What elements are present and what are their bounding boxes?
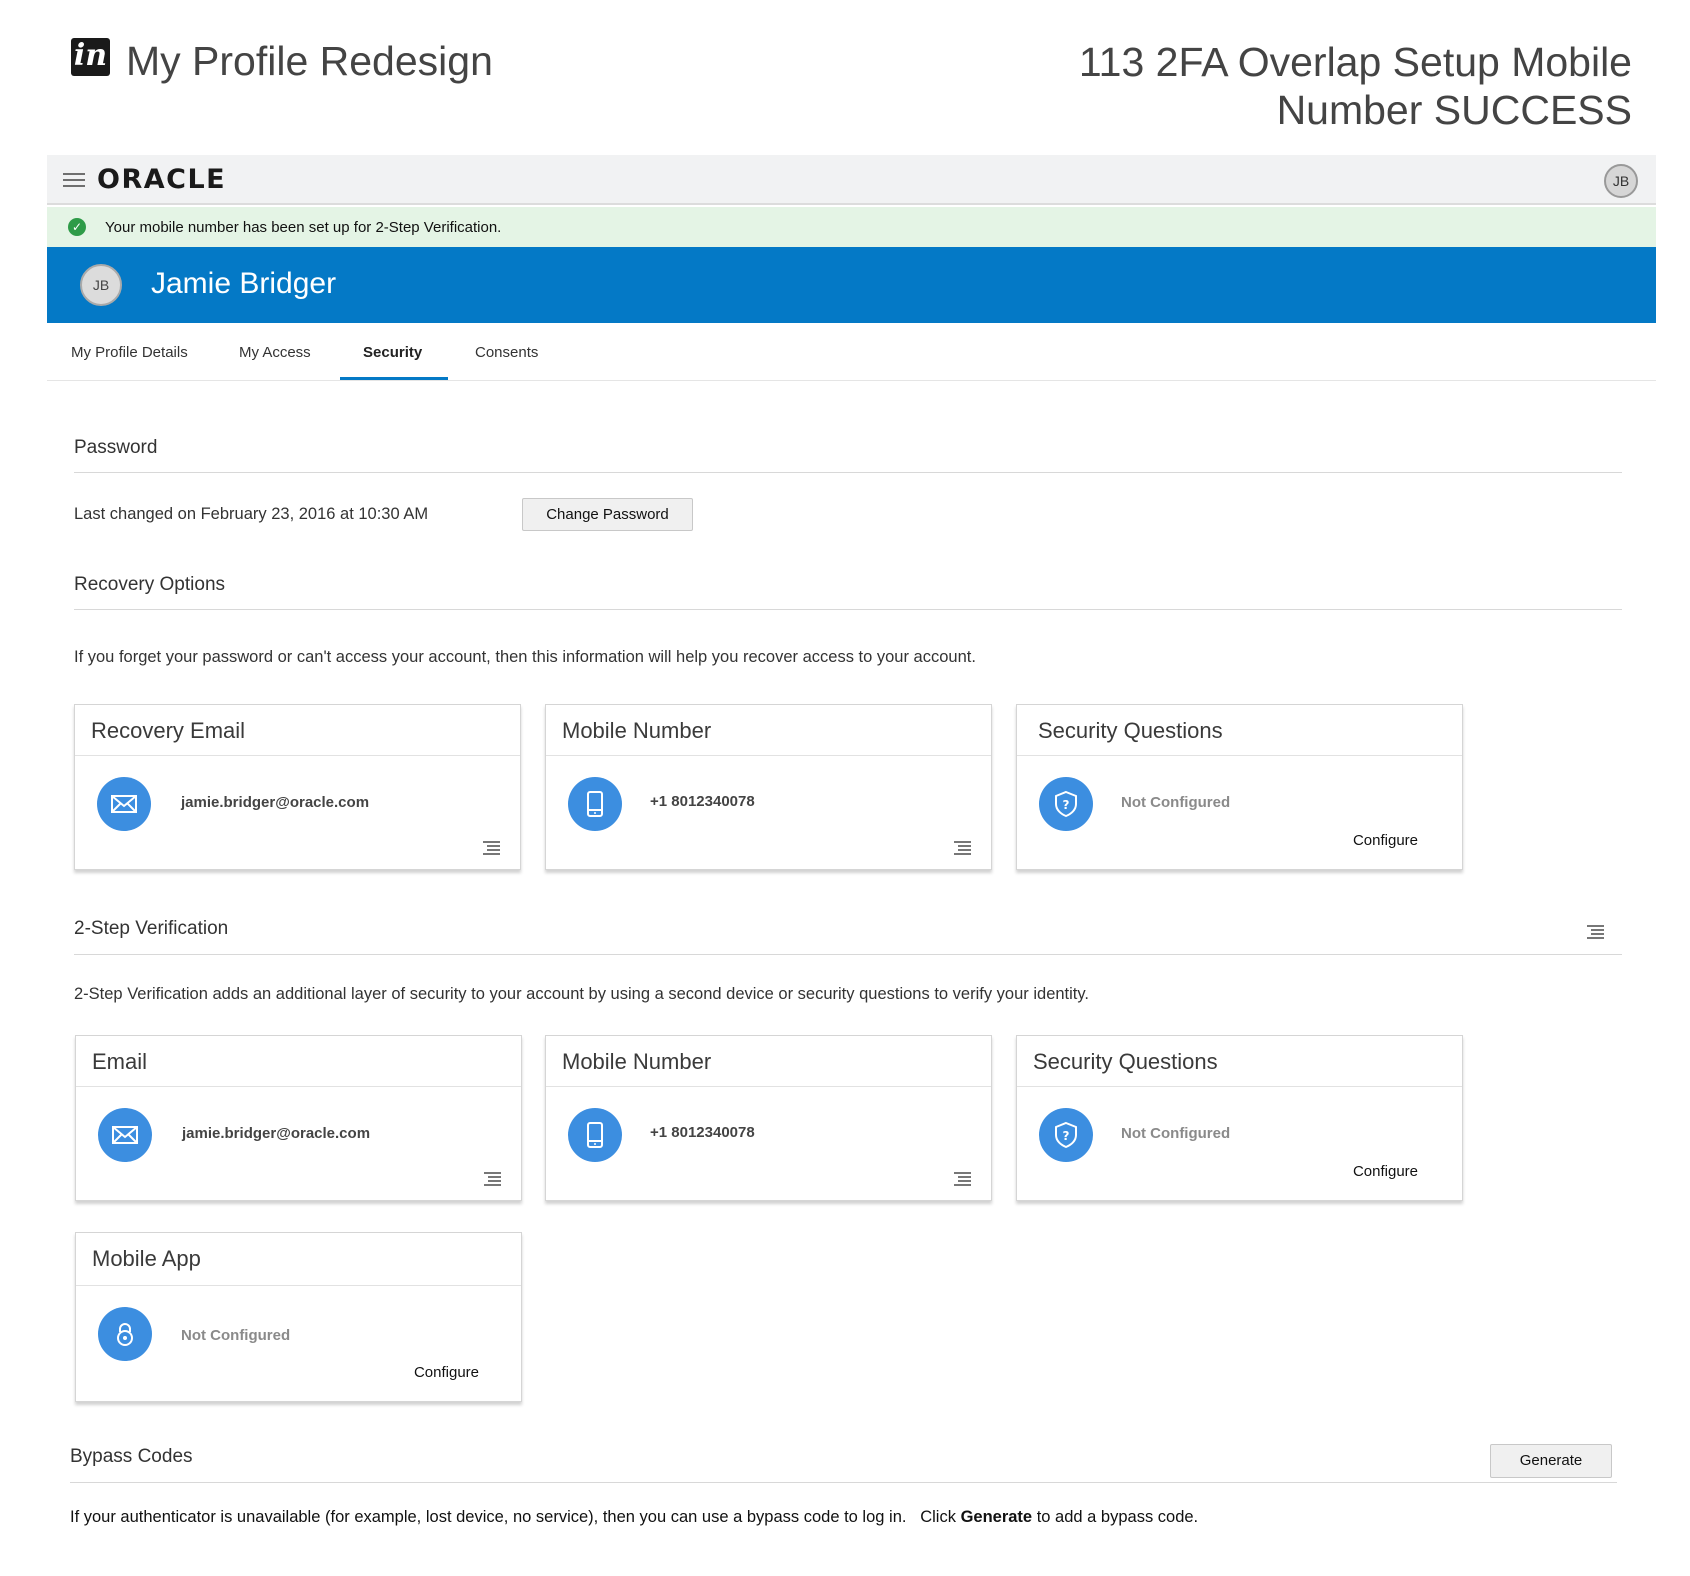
shield-question-icon: ?	[1039, 777, 1093, 831]
configure-mobile-app-link[interactable]: Configure	[414, 1364, 479, 1381]
card-divider	[1017, 1086, 1462, 1087]
card-menu-icon[interactable]	[484, 1172, 501, 1186]
two-step-mobile-value: +1 8012340078	[650, 1124, 755, 1141]
recovery-description: If you forget your password or can't acc…	[74, 648, 976, 666]
configure-security-questions-link[interactable]: Configure	[1353, 832, 1418, 849]
card-menu-icon[interactable]	[954, 1172, 971, 1186]
password-section-title: Password	[74, 437, 158, 458]
recovery-mobile-value: +1 8012340078	[650, 793, 755, 810]
password-last-changed: Last changed on February 23, 2016 at 10:…	[74, 505, 429, 523]
recovery-email-value: jamie.bridger@oracle.com	[181, 794, 370, 811]
two-step-section-title: 2-Step Verification	[74, 918, 229, 939]
recovery-security-questions-card: Security Questions ? Not Configured Conf…	[1016, 704, 1463, 870]
two-step-mobile-card: Mobile Number +1 8012340078	[545, 1035, 992, 1201]
app-topbar: ORACLE JB	[47, 155, 1656, 205]
mobile-app-status: Not Configured	[181, 1327, 291, 1344]
user-name: Jamie Bridger	[151, 267, 337, 300]
configure-security-questions-link[interactable]: Configure	[1353, 1163, 1418, 1180]
bypass-description: If your authenticator is unavailable (fo…	[70, 1508, 1198, 1527]
bypass-description-suffix: to add a bypass code.	[1032, 1508, 1199, 1526]
card-title: Mobile Number	[562, 1049, 712, 1074]
change-password-button[interactable]: Change Password	[522, 498, 693, 531]
envelope-icon	[97, 777, 151, 831]
hamburger-menu-icon[interactable]	[63, 173, 85, 187]
mobile-app-card: Mobile App Not Configured Configure	[75, 1232, 522, 1402]
card-title: Recovery Email	[91, 718, 246, 743]
bypass-description-prefix: If your authenticator is unavailable (fo…	[70, 1508, 961, 1526]
tab-consents[interactable]: Consents	[475, 344, 538, 361]
card-divider	[76, 1285, 521, 1286]
envelope-icon	[98, 1108, 152, 1162]
banner-message: Your mobile number has been set up for 2…	[105, 219, 502, 236]
divider	[74, 472, 1622, 473]
avatar: JB	[80, 264, 122, 306]
two-step-security-questions-card: Security Questions ? Not Configured Conf…	[1016, 1035, 1463, 1201]
check-circle-icon: ✓	[68, 218, 86, 236]
recovery-section-title: Recovery Options	[74, 574, 226, 595]
mobile-app-lock-icon	[98, 1307, 152, 1361]
card-title: Email	[92, 1049, 148, 1074]
tab-my-profile-details[interactable]: My Profile Details	[71, 344, 188, 361]
shield-question-icon: ?	[1039, 1108, 1093, 1162]
recovery-security-questions-status: Not Configured	[1121, 794, 1231, 811]
invision-logo: in	[71, 38, 110, 76]
svg-text:?: ?	[1063, 798, 1070, 812]
two-step-security-questions-status: Not Configured	[1121, 1125, 1231, 1142]
recovery-mobile-card: Mobile Number +1 8012340078	[545, 704, 992, 870]
card-title: Security Questions	[1033, 1049, 1218, 1074]
card-menu-icon[interactable]	[954, 841, 971, 855]
divider	[74, 609, 1622, 610]
two-step-description: 2-Step Verification adds an additional l…	[74, 985, 1089, 1003]
card-divider	[75, 755, 520, 756]
card-divider	[546, 1086, 991, 1087]
screen-title: 113 2FA Overlap Setup Mobile Number SUCC…	[1078, 39, 1632, 133]
bypass-description-bold: Generate	[960, 1508, 1033, 1526]
project-title: My Profile Redesign	[126, 38, 493, 84]
phone-icon	[568, 777, 622, 831]
card-divider	[76, 1086, 521, 1087]
generate-button[interactable]: Generate	[1490, 1444, 1612, 1478]
two-step-email-value: jamie.bridger@oracle.com	[182, 1125, 371, 1142]
active-tab-indicator	[340, 377, 448, 380]
card-title: Mobile Number	[562, 718, 712, 743]
bypass-section-title: Bypass Codes	[70, 1446, 193, 1467]
divider	[70, 1482, 1617, 1483]
profile-tabs: My Profile Details My Access Security Co…	[47, 323, 1656, 381]
user-menu-avatar[interactable]: JB	[1604, 164, 1638, 198]
section-menu-icon[interactable]	[1587, 925, 1604, 939]
card-menu-icon[interactable]	[483, 841, 500, 855]
tab-security[interactable]: Security	[363, 344, 422, 361]
card-title: Security Questions	[1038, 718, 1223, 743]
success-banner: ✓ Your mobile number has been set up for…	[47, 207, 1656, 247]
two-step-email-card: Email jamie.bridger@oracle.com	[75, 1035, 522, 1201]
svg-text:?: ?	[1063, 1129, 1070, 1143]
recovery-email-card: Recovery Email jamie.bridger@oracle.com	[74, 704, 521, 870]
user-header: JB Jamie Bridger	[47, 247, 1656, 323]
oracle-logo: ORACLE	[97, 164, 227, 195]
phone-icon	[568, 1108, 622, 1162]
tab-my-access[interactable]: My Access	[239, 344, 311, 361]
divider	[74, 954, 1622, 955]
card-divider	[1017, 755, 1462, 756]
card-title: Mobile App	[92, 1246, 201, 1271]
card-divider	[546, 755, 991, 756]
